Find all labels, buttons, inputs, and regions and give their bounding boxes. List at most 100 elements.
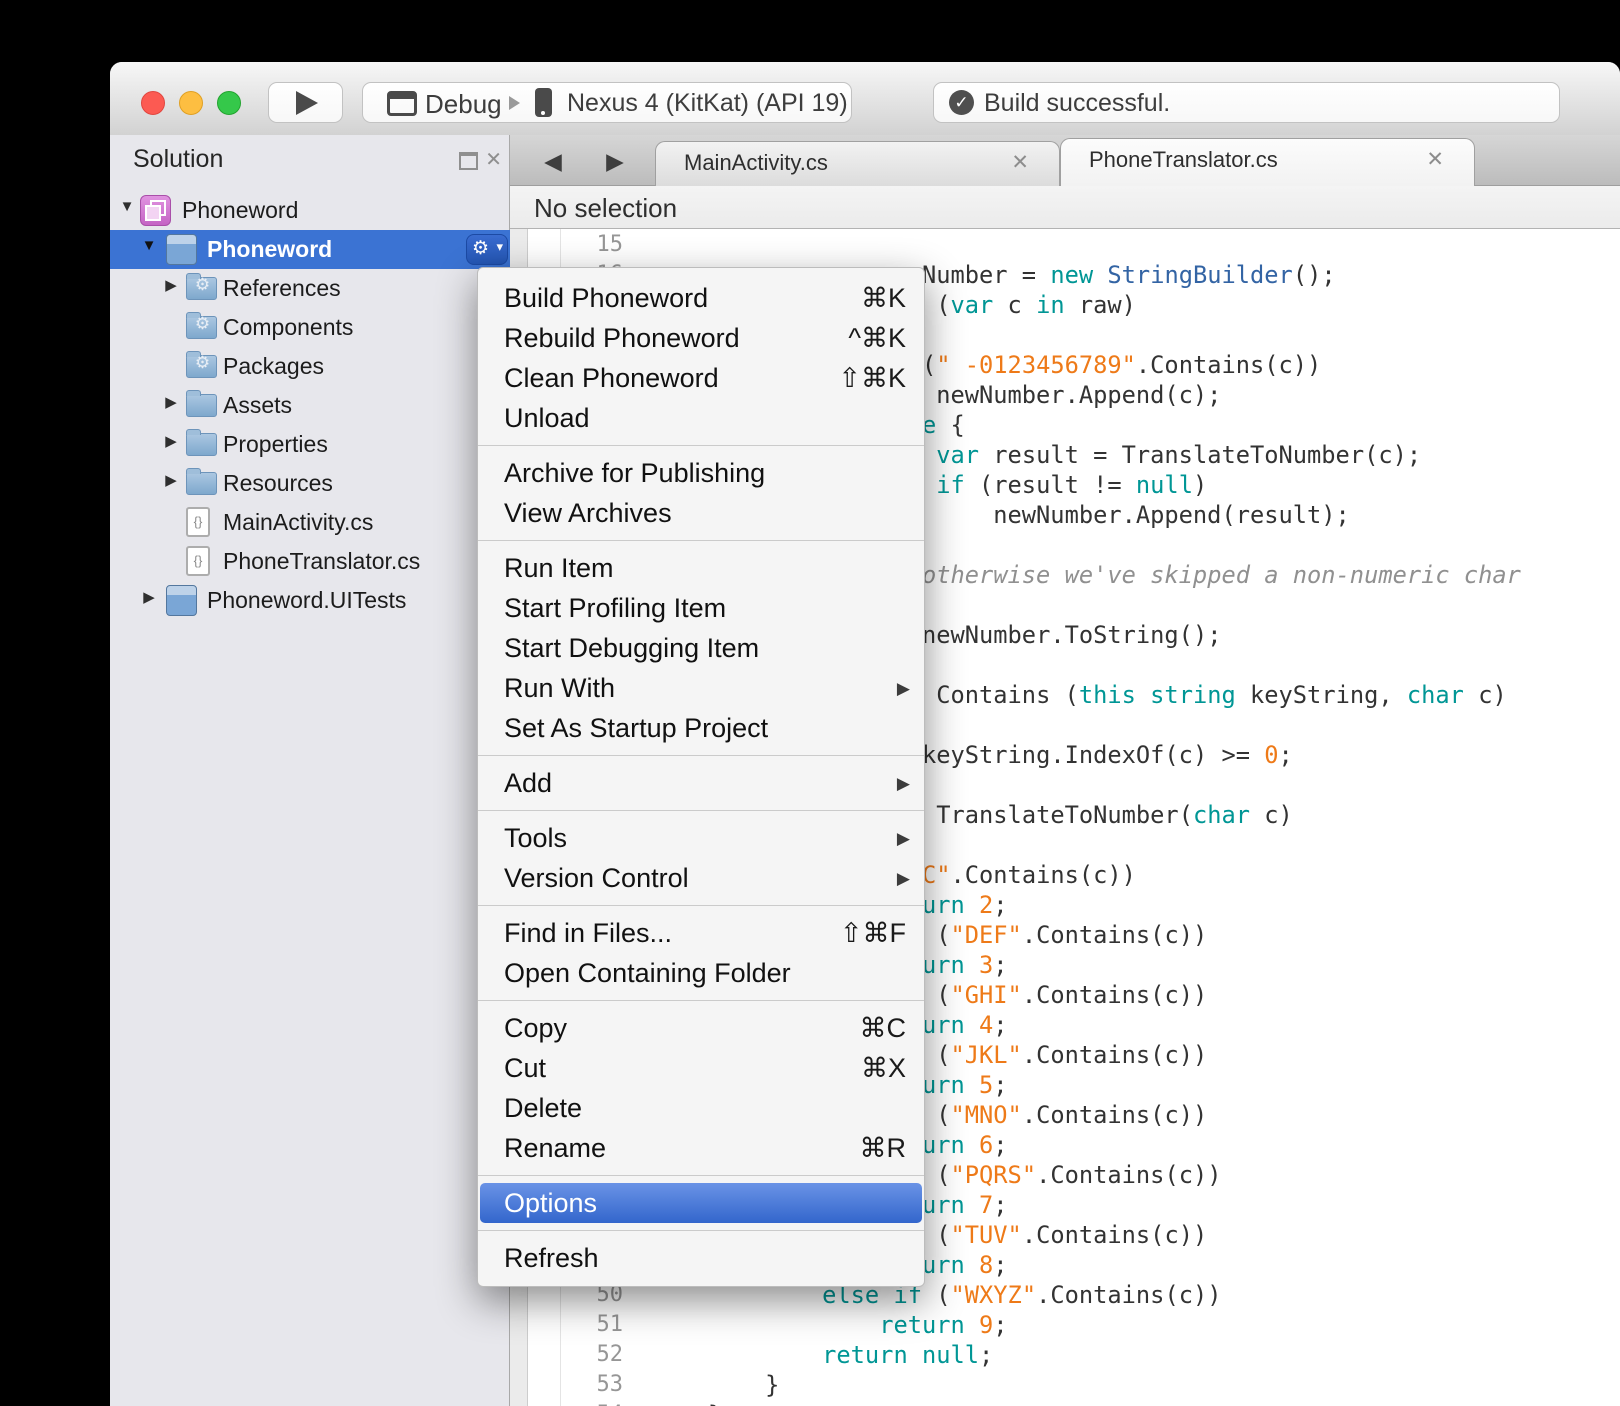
expand-arrow-icon[interactable]: ▶ — [140, 588, 158, 606]
context-menu: Build Phoneword⌘KRebuild Phoneword^⌘KCle… — [477, 267, 925, 1287]
menu-item-label: Rebuild Phoneword — [504, 323, 740, 353]
menu-item-shortcut: ⌘X — [861, 1048, 906, 1088]
solution-pad: Solution ✕ ▼Phoneword▼Phoneword⚙▾▶⚙Refer… — [110, 135, 510, 1406]
menu-item-clean-phoneword[interactable]: Clean Phoneword⇧⌘K — [478, 358, 924, 398]
window-zoom-button[interactable] — [217, 91, 241, 115]
build-configuration-selector[interactable]: Debug Nexus 4 (KitKat) (API 19) — [362, 82, 852, 123]
menu-item-label: View Archives — [504, 498, 672, 528]
expand-arrow-icon[interactable]: ▶ — [162, 393, 180, 411]
menu-item-archive-for-publishing[interactable]: Archive for Publishing — [478, 453, 924, 493]
project-icon — [166, 234, 197, 265]
tree-item-components[interactable]: ⚙Components — [110, 308, 510, 347]
menu-item-build-phoneword[interactable]: Build Phoneword⌘K — [478, 278, 924, 318]
build-status-bar: ✓ Build successful. — [933, 82, 1560, 123]
tree-item-label: Components — [223, 314, 353, 341]
menu-item-label: Start Profiling Item — [504, 593, 726, 623]
menu-item-rebuild-phoneword[interactable]: Rebuild Phoneword^⌘K — [478, 318, 924, 358]
solution-icon — [140, 195, 171, 226]
menu-separator — [478, 445, 924, 446]
tab-phonetranslator[interactable]: PhoneTranslator.cs ✕ — [1060, 138, 1475, 186]
navigate-forward-button[interactable]: ▶ — [598, 144, 632, 178]
submenu-arrow-icon: ▶ — [897, 669, 910, 709]
gear-badge-icon: ⚙ — [187, 353, 218, 373]
code-text: } — [651, 1370, 779, 1400]
menu-item-options[interactable]: Options — [480, 1183, 922, 1223]
menu-separator — [478, 1000, 924, 1001]
menu-item-unload[interactable]: Unload — [478, 398, 924, 438]
float-pad-icon[interactable] — [459, 152, 478, 170]
line-number: 53 — [555, 1370, 623, 1400]
menu-item-view-archives[interactable]: View Archives — [478, 493, 924, 533]
expand-arrow-icon[interactable]: ▶ — [162, 432, 180, 450]
menu-item-label: Set As Startup Project — [504, 713, 768, 743]
menu-item-run-item[interactable]: Run Item — [478, 548, 924, 588]
menu-item-label: Options — [504, 1188, 597, 1218]
tree-item-properties[interactable]: ▶Properties — [110, 425, 510, 464]
breadcrumb-text: No selection — [534, 193, 677, 224]
navigate-back-button[interactable]: ◀ — [536, 144, 570, 178]
menu-item-version-control[interactable]: Version Control▶ — [478, 858, 924, 898]
window-minimize-button[interactable] — [179, 91, 203, 115]
menu-item-set-as-startup-project[interactable]: Set As Startup Project — [478, 708, 924, 748]
tree-item-phoneword[interactable]: ▼Phoneword⚙▾ — [110, 230, 510, 269]
window-close-button[interactable] — [141, 91, 165, 115]
folder-icon — [186, 472, 217, 495]
close-icon[interactable]: ✕ — [1426, 147, 1444, 172]
menu-item-label: Build Phoneword — [504, 283, 708, 313]
tree-item-phoneword-uitests[interactable]: ▶ Phoneword.UITests — [110, 581, 510, 620]
submenu-arrow-icon: ▶ — [897, 819, 910, 859]
tree-item-phoneword-solution[interactable]: ▼Phoneword — [110, 191, 510, 230]
code-line: 51 return 9; — [510, 1310, 1620, 1340]
tree-item-assets[interactable]: ▶ Assets — [110, 386, 510, 425]
close-icon[interactable]: ✕ — [1011, 150, 1029, 175]
tree-item-label: Phoneword.UITests — [207, 587, 406, 614]
menu-item-delete[interactable]: Delete — [478, 1088, 924, 1128]
menu-separator — [478, 905, 924, 906]
menu-item-start-profiling-item[interactable]: Start Profiling Item — [478, 588, 924, 628]
tree-item-resources[interactable]: ▶ Resources — [110, 464, 510, 503]
project-gear-menu-button[interactable]: ⚙▾ — [466, 234, 508, 265]
menu-item-open-containing-folder[interactable]: Open Containing Folder — [478, 953, 924, 993]
folder-gear-icon: ⚙ — [186, 355, 217, 378]
menu-item-label: Find in Files... — [504, 918, 672, 948]
tab-mainactivity[interactable]: MainActivity.cs ✕ — [655, 141, 1060, 186]
close-pad-icon[interactable]: ✕ — [485, 147, 502, 172]
code-line: 53 } — [510, 1370, 1620, 1400]
tree-item-mainactivity-cs[interactable]: {}MainActivity.cs — [110, 503, 510, 542]
menu-item-shortcut: ⌘R — [860, 1128, 907, 1168]
play-icon — [296, 91, 318, 115]
menu-separator — [478, 755, 924, 756]
menu-item-copy[interactable]: Copy⌘C — [478, 1008, 924, 1048]
device-icon — [535, 88, 552, 117]
menu-item-start-debugging-item[interactable]: Start Debugging Item — [478, 628, 924, 668]
toolbar: Debug Nexus 4 (KitKat) (API 19) ✓ Build … — [110, 62, 1620, 136]
configuration-icon — [387, 91, 417, 116]
expand-arrow-icon[interactable]: ▶ — [162, 276, 180, 294]
menu-item-refresh[interactable]: Refresh — [478, 1238, 924, 1278]
submenu-arrow-icon: ▶ — [897, 764, 910, 804]
tree-item-references[interactable]: ▶⚙References — [110, 269, 510, 308]
menu-item-tools[interactable]: Tools▶ — [478, 818, 924, 858]
tree-item-packages[interactable]: ⚙Packages — [110, 347, 510, 386]
menu-item-cut[interactable]: Cut ⌘X — [478, 1048, 924, 1088]
collapse-arrow-icon[interactable]: ▼ — [118, 198, 136, 215]
collapse-arrow-icon[interactable]: ▼ — [140, 237, 158, 254]
tree-item-label: Resources — [223, 470, 333, 497]
run-button[interactable] — [268, 82, 343, 123]
project-icon — [166, 585, 197, 616]
editor-tab-bar: ◀ ▶ MainActivity.cs ✕ PhoneTranslator.cs… — [510, 135, 1620, 186]
tree-item-phonetranslator-cs[interactable]: {}PhoneTranslator.cs — [110, 542, 510, 581]
menu-item-shortcut: ⇧⌘F — [840, 913, 906, 953]
code-line: 15 — [510, 230, 1620, 260]
expand-arrow-icon[interactable]: ▶ — [162, 471, 180, 489]
menu-item-label: Run Item — [504, 553, 614, 583]
menu-item-add[interactable]: Add▶ — [478, 763, 924, 803]
menu-item-rename[interactable]: Rename⌘R — [478, 1128, 924, 1168]
tree-item-label: MainActivity.cs — [223, 509, 373, 536]
menu-item-label: Cut — [504, 1053, 546, 1083]
folder-icon — [186, 394, 217, 417]
menu-item-find-in-files[interactable]: Find in Files... ⇧⌘F — [478, 913, 924, 953]
menu-item-run-with[interactable]: Run With▶ — [478, 668, 924, 708]
menu-item-shortcut: ⇧⌘K — [838, 358, 906, 398]
tree-item-label: Assets — [223, 392, 292, 419]
